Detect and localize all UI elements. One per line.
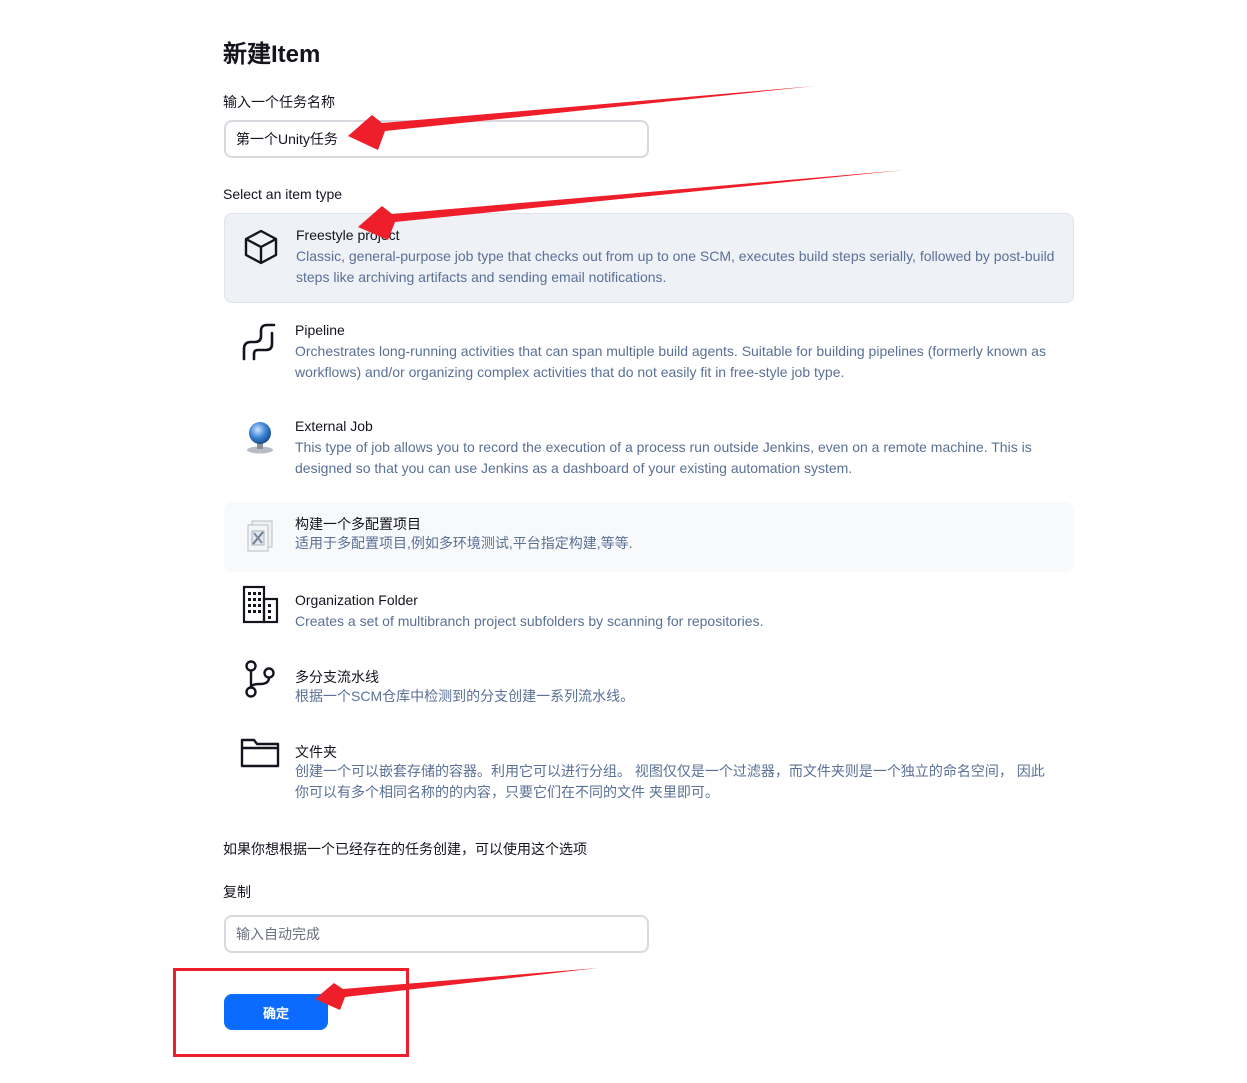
item-type-multibranch-pipeline[interactable]: 多分支流水线 根据一个SCM仓库中检测到的分支创建一系列流水线。 [224,655,1074,721]
annotation-arrow-ok [315,968,598,1010]
item-description: Orchestrates long-running activities tha… [295,343,1046,380]
page-title: 新建Item [223,41,321,68]
item-title: Pipeline [295,322,345,338]
item-description: Creates a set of multibranch project sub… [295,613,764,629]
folder-icon [238,730,282,774]
item-description: Classic, general-purpose job type that c… [296,248,1055,285]
name-field-label: 输入一个任务名称 [223,94,335,110]
item-description: This type of job allows you to record th… [295,439,1032,476]
item-title: Freestyle project [296,227,400,243]
item-title: Organization Folder [295,592,418,608]
organization-building-icon [238,582,282,626]
item-title: 文件夹 [295,744,337,760]
item-description: 创建一个可以嵌套存储的容器。利用它可以进行分组。 视图仅仅是一个过滤器，而文件夹… [295,763,1045,800]
item-type-organization-folder[interactable]: Organization Folder Creates a set of mul… [224,580,1074,646]
pipeline-icon [238,319,282,363]
item-type-folder[interactable]: 文件夹 创建一个可以嵌套存储的容器。利用它可以进行分组。 视图仅仅是一个过滤器，… [224,730,1074,818]
item-type-freestyle[interactable]: Freestyle project Classic, general-purpo… [224,213,1074,303]
item-title: 构建一个多配置项目 [295,516,421,532]
copy-hint: 如果你想根据一个已经存在的任务创建，可以使用这个选项 [223,841,587,857]
item-type-external-job[interactable]: External Job This type of job allows you… [224,406,1074,494]
ok-button[interactable]: 确定 [224,994,328,1030]
globe-icon [238,415,282,459]
item-description: 根据一个SCM仓库中检测到的分支创建一系列流水线。 [295,688,635,704]
branch-icon [238,657,282,701]
item-title: 多分支流水线 [295,669,379,685]
freestyle-cube-icon [239,225,283,269]
multi-config-icon [238,515,282,559]
copy-label: 复制 [223,884,251,900]
item-type-pipeline[interactable]: Pipeline Orchestrates long-running activ… [224,310,1074,398]
item-type-multi-config[interactable]: 构建一个多配置项目 适用于多配置项目,例如多环境测试,平台指定构建,等等. [224,502,1074,572]
copy-from-input[interactable] [224,915,649,953]
item-description: 适用于多配置项目,例如多环境测试,平台指定构建,等等. [295,535,633,551]
item-type-label: Select an item type [223,186,343,202]
item-title: External Job [295,418,373,434]
item-name-input[interactable] [224,120,649,158]
